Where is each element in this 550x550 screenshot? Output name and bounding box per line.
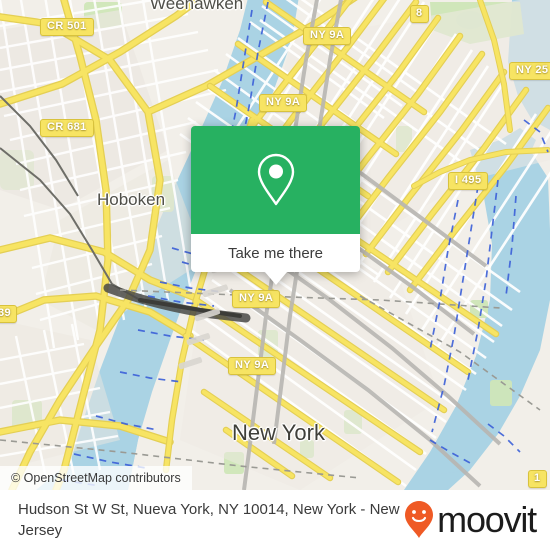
moovit-wordmark: moovit [437, 499, 537, 540]
road-shield-i-495[interactable]: I 495 [448, 172, 489, 190]
road-shield-ny-25[interactable]: NY 25 [509, 62, 550, 80]
map-screenshot: Weehawken Hoboken New York CR 501 CR 681… [0, 0, 550, 550]
road-shield-8[interactable]: 8 [410, 5, 429, 23]
road-shield-1[interactable]: 1 [528, 470, 547, 488]
map-attribution[interactable]: © OpenStreetMap contributors [0, 466, 192, 490]
address-text: Hudson St W St, Nueva York, NY 10014, Ne… [18, 501, 400, 539]
moovit-pin-smiley-icon [405, 501, 434, 538]
road-shield-cr-681[interactable]: CR 681 [40, 119, 94, 137]
take-me-there-popup[interactable]: Take me there [191, 126, 360, 285]
road-shield-39[interactable]: 39 [0, 305, 18, 323]
take-me-there-label: Take me there [227, 244, 324, 262]
map-pin-icon [257, 153, 294, 206]
road-shield-ny-9a-north[interactable]: NY 9A [303, 27, 352, 45]
take-me-there-button[interactable]: Take me there [191, 234, 360, 272]
map-canvas[interactable]: Weehawken Hoboken New York CR 501 CR 681… [0, 0, 550, 490]
footer-bar: Hudson St W St, Nueva York, NY 10014, Ne… [0, 490, 550, 550]
road-shield-cr-501[interactable]: CR 501 [40, 18, 94, 36]
road-shield-ny-9a-upper[interactable]: NY 9A [259, 94, 308, 112]
attribution-text: © OpenStreetMap contributors [11, 471, 181, 485]
road-shield-ny-9a-mid[interactable]: NY 9A [232, 290, 281, 308]
popup-pointer [264, 272, 287, 285]
moovit-logo[interactable]: moovit [404, 499, 537, 540]
road-shield-ny-9a-lower[interactable]: NY 9A [228, 357, 277, 375]
popup-icon-area [191, 126, 360, 234]
